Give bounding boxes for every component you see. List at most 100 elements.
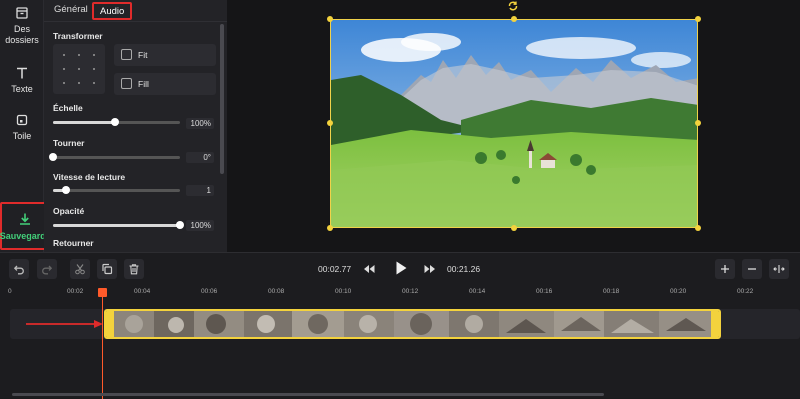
redo-button[interactable]: [37, 259, 57, 279]
ruler-label: 00:18: [603, 288, 620, 295]
tab-audio[interactable]: Audio: [92, 2, 133, 20]
rewind-icon: [364, 265, 375, 273]
rotate-title: Tourner: [53, 138, 85, 148]
scale-slider-knob[interactable]: [111, 118, 120, 126]
settings-panel: Général Audio Transformer Fit Fill Échel…: [44, 0, 227, 252]
ruler-label: 0: [8, 288, 12, 295]
resize-handle-top-left[interactable]: [327, 16, 333, 22]
panel-scrollbar[interactable]: [220, 24, 224, 174]
ruler-label: 00:04: [134, 288, 151, 295]
resize-handle-bottom[interactable]: [511, 225, 517, 231]
zoom-in-button[interactable]: [715, 259, 735, 279]
sidebar-item-label: Texte: [11, 84, 33, 94]
ruler-label: 00:06: [201, 288, 218, 295]
opacity-slider[interactable]: [53, 221, 184, 229]
scissors-icon: [75, 264, 85, 275]
ruler-label: 00:08: [268, 288, 285, 295]
speed-slider[interactable]: [53, 186, 180, 194]
ruler-label: 00:22: [737, 288, 754, 295]
fill-checkbox[interactable]: [121, 78, 132, 89]
text-icon: [17, 67, 27, 79]
sidebar-item-text[interactable]: Texte: [0, 66, 44, 94]
speed-title: Vitesse de lecture: [53, 172, 126, 182]
sidebar-item-folders[interactable]: Des dossiers: [0, 6, 44, 46]
tab-general[interactable]: Général: [48, 2, 94, 20]
fit-checkbox[interactable]: [121, 49, 132, 60]
play-icon: [396, 261, 407, 275]
scale-title: Échelle: [53, 103, 83, 113]
ruler-label: 00:02: [67, 288, 84, 295]
redo-icon: [42, 265, 53, 275]
play-button[interactable]: [394, 260, 408, 281]
preview-stage: [227, 0, 800, 252]
fit-label: Fit: [138, 50, 148, 60]
position-grid[interactable]: [53, 44, 105, 94]
fast-forward-button[interactable]: [423, 262, 437, 280]
canvas-icon: [16, 114, 28, 126]
ruler-label: 00:20: [670, 288, 687, 295]
rewind-button[interactable]: [362, 262, 376, 280]
timeline-panel: 00:02.77 00:21.26 0 00:02 00:04 00:06 00…: [0, 252, 800, 399]
cut-button[interactable]: [70, 259, 90, 279]
scale-slider[interactable]: [53, 118, 180, 126]
fit-timeline-button[interactable]: [769, 259, 789, 279]
rotate-handle-icon[interactable]: [507, 0, 519, 12]
total-time: 00:21.26: [447, 264, 481, 274]
fast-forward-icon: [424, 265, 435, 273]
undo-button[interactable]: [9, 259, 29, 279]
speed-value[interactable]: 1: [186, 185, 214, 196]
duplicate-icon: [102, 263, 113, 275]
delete-button[interactable]: [124, 259, 144, 279]
ruler-label: 00:10: [335, 288, 352, 295]
fill-label: Fill: [138, 79, 149, 89]
scale-value[interactable]: 100%: [186, 118, 214, 129]
current-time: 00:02.77: [318, 264, 352, 274]
opacity-slider-knob[interactable]: [176, 221, 184, 229]
transform-title: Transformer: [53, 31, 103, 41]
clip-trim-handle-left[interactable]: [106, 311, 114, 337]
rotate-slider-knob[interactable]: [49, 153, 57, 161]
sidebar-item-canvas[interactable]: Toile: [0, 113, 44, 141]
resize-handle-bottom-left[interactable]: [327, 225, 333, 231]
playhead-line[interactable]: [102, 289, 103, 399]
resize-handle-left[interactable]: [327, 120, 333, 126]
minus-icon: [748, 268, 756, 270]
fit-option[interactable]: Fit: [114, 44, 216, 66]
duplicate-button[interactable]: [97, 259, 117, 279]
clip-thumbnails: [106, 311, 719, 337]
resize-handle-right[interactable]: [695, 120, 701, 126]
plus-icon: [721, 265, 729, 273]
opacity-slider-fill: [53, 224, 180, 227]
resize-handle-top-right[interactable]: [695, 16, 701, 22]
opacity-title: Opacité: [53, 206, 85, 216]
resize-handle-bottom-right[interactable]: [695, 225, 701, 231]
timeline-scrollbar[interactable]: [12, 393, 604, 396]
save-button[interactable]: Sauvegarder: [0, 202, 54, 250]
fill-option[interactable]: Fill: [114, 73, 216, 95]
rotate-slider[interactable]: [49, 153, 180, 161]
speed-slider-knob[interactable]: [61, 186, 70, 194]
sidebar-item-label: Toile: [12, 131, 32, 141]
zoom-out-button[interactable]: [742, 259, 762, 279]
video-clip[interactable]: [104, 309, 721, 339]
ruler-label: 00:16: [536, 288, 553, 295]
video-preview[interactable]: [330, 19, 698, 228]
left-sidebar: Des dossiers Texte Toile Sauvegarder: [0, 0, 54, 252]
panel-tabs: Général Audio: [44, 0, 227, 22]
flip-title: Retourner: [53, 238, 94, 248]
clip-trim-handle-right[interactable]: [711, 311, 719, 337]
download-icon: [20, 213, 30, 225]
fit-width-icon: [773, 265, 785, 273]
arrow-annotation-icon: [26, 320, 103, 328]
undo-icon: [13, 265, 24, 275]
opacity-value[interactable]: 100%: [186, 220, 214, 231]
resize-handle-top[interactable]: [511, 16, 517, 22]
rotate-value[interactable]: 0°: [186, 152, 214, 163]
scale-slider-fill: [53, 121, 116, 124]
ruler-label: 00:12: [402, 288, 419, 295]
playhead-handle[interactable]: [98, 288, 107, 297]
folder-icon: [16, 7, 28, 19]
sidebar-item-label: Des dossiers: [5, 24, 39, 45]
trash-icon: [129, 264, 139, 275]
ruler-label: 00:14: [469, 288, 486, 295]
